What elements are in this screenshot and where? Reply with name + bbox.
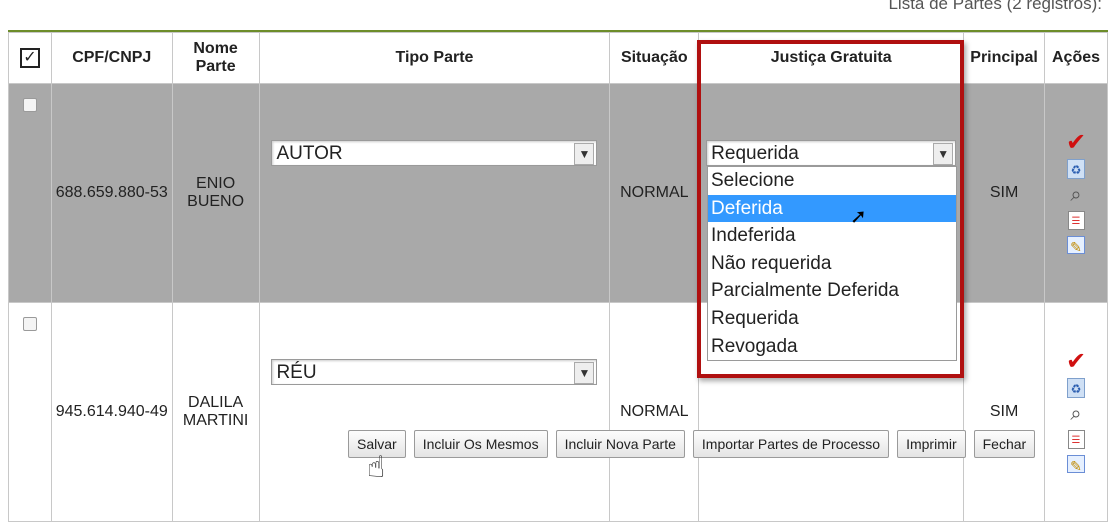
header-acoes: Ações (1044, 32, 1108, 84)
header-nome: Nome Parte (171, 32, 260, 84)
cpf-cell: 945.614.940-49 (50, 302, 173, 522)
action-button-bar: Salvar Incluir Os Mesmos Incluir Nova Pa… (348, 430, 1036, 458)
mouse-pointer-icon: ➚ (850, 206, 867, 228)
importar-partes-button[interactable]: Importar Partes de Processo (692, 430, 890, 458)
row-checkbox-cell (8, 302, 52, 522)
select-all-checkbox[interactable]: ✓ (19, 48, 40, 68)
imprimir-button[interactable]: Imprimir (897, 430, 966, 458)
nome-cell: DALILA MARTINI (171, 302, 260, 522)
situacao-cell: NORMAL (609, 83, 700, 303)
fechar-button[interactable]: Fechar (973, 430, 1036, 458)
tipo-parte-select[interactable]: AUTOR ▼ (271, 140, 598, 166)
check-icon[interactable]: ✔ (1066, 349, 1086, 373)
row-checkbox[interactable] (22, 317, 37, 331)
situacao-cell: NORMAL (609, 302, 700, 522)
header-tipo: Tipo Parte (258, 32, 611, 84)
row-checkbox[interactable] (22, 98, 37, 112)
tipo-cell: AUTOR ▼ (258, 83, 611, 303)
header-cpf: CPF/CNPJ (50, 32, 173, 84)
actions-cell: ✔ ♻ ⌕ ☰ ✎ (1044, 83, 1108, 303)
list-icon[interactable]: ☰ (1067, 210, 1085, 230)
row-checkbox-cell (8, 83, 52, 303)
tipo-parte-select[interactable]: RÉU ▼ (271, 359, 598, 385)
cpf-cell: 688.659.880-53 (50, 83, 173, 303)
header-principal: Principal (963, 32, 1046, 84)
incluir-nova-parte-button[interactable]: Incluir Nova Parte (555, 430, 685, 458)
search-icon[interactable]: ⌕ (1066, 185, 1086, 205)
annotation-highlight-box (697, 40, 964, 378)
chevron-down-icon[interactable]: ▼ (574, 143, 595, 165)
header-situacao: Situação (609, 32, 700, 84)
tipo-parte-value: RÉU (276, 362, 317, 383)
tipo-cell: RÉU ▼ (258, 302, 611, 522)
tipo-parte-value: AUTOR (276, 143, 343, 164)
recycle-icon[interactable]: ♻ (1067, 158, 1086, 179)
search-icon[interactable]: ⌕ (1066, 404, 1086, 424)
edit-icon[interactable]: ✎ (1067, 454, 1086, 474)
hand-pointer-icon: ☝ (367, 451, 386, 484)
nome-cell: ENIO BUENO (171, 83, 260, 303)
list-caption: Lista de Partes (2 registros): (888, 0, 1102, 13)
actions-cell: ✔ ♻ ⌕ ☰ ✎ (1044, 302, 1108, 522)
incluir-os-mesmos-button[interactable]: Incluir Os Mesmos (413, 430, 548, 458)
select-all-header[interactable]: ✓ (8, 32, 52, 84)
principal-cell: SIM (963, 83, 1046, 303)
recycle-icon[interactable]: ♻ (1067, 377, 1086, 398)
principal-cell: SIM (963, 302, 1046, 522)
edit-icon[interactable]: ✎ (1067, 235, 1086, 255)
chevron-down-icon[interactable]: ▼ (574, 362, 595, 384)
list-icon[interactable]: ☰ (1067, 429, 1085, 449)
check-icon[interactable]: ✔ (1066, 130, 1086, 154)
